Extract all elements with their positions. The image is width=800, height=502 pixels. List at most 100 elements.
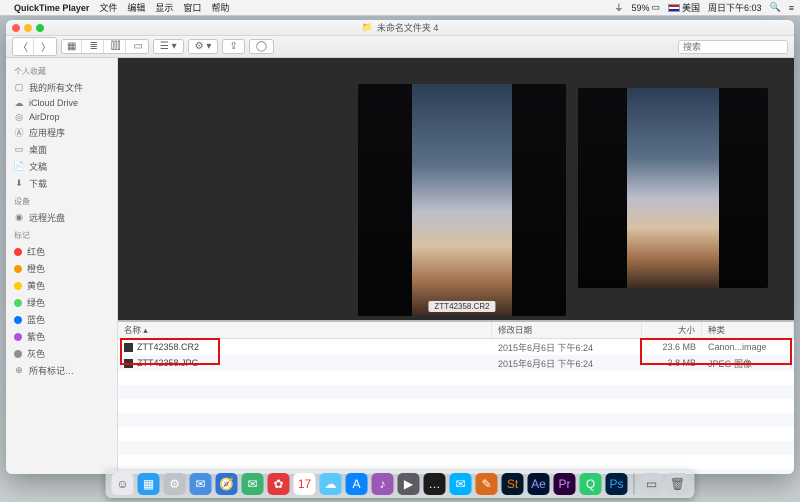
dock-app-icon[interactable]: ✉ bbox=[242, 473, 264, 495]
dock-app-icon[interactable]: ▦ bbox=[138, 473, 160, 495]
sidebar-header: 个人收藏 bbox=[6, 62, 117, 79]
column-view-button[interactable]: ⫿⫿⫿ bbox=[106, 40, 127, 53]
desktop-icon: ▭ bbox=[14, 145, 24, 155]
dock-app-icon[interactable]: ☺ bbox=[112, 473, 134, 495]
dock-app-icon[interactable]: ⚙ bbox=[164, 473, 186, 495]
alltags-icon: ⊕ bbox=[14, 366, 24, 376]
battery-status[interactable]: 59% ▭ bbox=[631, 2, 660, 13]
close-window-button[interactable] bbox=[12, 24, 20, 32]
dock-app-icon[interactable]: ✉ bbox=[450, 473, 472, 495]
dock-app-icon[interactable]: Ae bbox=[528, 473, 550, 495]
dock-app-icon[interactable]: 🗑 bbox=[667, 473, 689, 495]
sidebar-item[interactable]: ▭ 桌面 bbox=[6, 141, 117, 158]
cloud-icon: ☁ bbox=[14, 98, 24, 108]
sidebar-item-label: 橙色 bbox=[27, 262, 45, 275]
sidebar-item[interactable]: ◎AirDrop bbox=[6, 110, 117, 124]
sidebar-item[interactable]: ⊕所有标记… bbox=[6, 362, 117, 379]
menu-help[interactable]: 帮助 bbox=[211, 1, 229, 14]
finder-toolbar: 〈 〉 ▦ ≣ ⫿⫿⫿ ▭ ☰ ▾ ⚙ ▾ ⇪ ◯ bbox=[6, 36, 794, 58]
dock-app-icon[interactable]: Ps bbox=[606, 473, 628, 495]
action-button[interactable]: ⚙ ▾ bbox=[188, 39, 219, 54]
sidebar-item[interactable]: 橙色 bbox=[6, 260, 117, 277]
input-source[interactable]: 美国 bbox=[668, 1, 700, 14]
dock-app-icon[interactable]: A bbox=[346, 473, 368, 495]
forward-button[interactable]: 〉 bbox=[36, 38, 56, 55]
spotlight-icon[interactable]: 🔍 bbox=[770, 2, 781, 13]
icon-view-button[interactable]: ▦ bbox=[62, 40, 82, 53]
sidebar-item[interactable]: ▢ 我的所有文件 bbox=[6, 79, 117, 96]
sidebar-item[interactable]: 紫色 bbox=[6, 328, 117, 345]
sidebar-item-label: 桌面 bbox=[29, 143, 47, 156]
box-icon: ▢ bbox=[14, 83, 24, 93]
header-kind[interactable]: 种类 bbox=[702, 322, 794, 338]
dock-app-icon[interactable]: ✎ bbox=[476, 473, 498, 495]
dock-app-icon[interactable]: ♪ bbox=[372, 473, 394, 495]
empty-row bbox=[118, 399, 794, 413]
dock-app-icon[interactable]: ✿ bbox=[268, 473, 290, 495]
dock-app-icon[interactable]: ✉ bbox=[190, 473, 212, 495]
sidebar-item-label: 文稿 bbox=[29, 160, 47, 173]
dock-app-icon[interactable]: ▭ bbox=[641, 473, 663, 495]
sidebar-item[interactable]: Ⓐ应用程序 bbox=[6, 124, 117, 141]
arrange-button[interactable]: ☰ ▾ bbox=[153, 39, 184, 54]
tag-dot-icon bbox=[14, 282, 22, 290]
sidebar-item-label: 灰色 bbox=[27, 347, 45, 360]
sidebar-item[interactable]: 红色 bbox=[6, 243, 117, 260]
tag-dot-icon bbox=[14, 333, 22, 341]
sidebar-item-label: 红色 bbox=[27, 245, 45, 258]
dock-app-icon[interactable]: Q bbox=[580, 473, 602, 495]
empty-row bbox=[118, 413, 794, 427]
sidebar-item[interactable]: ☁ iCloud Drive bbox=[6, 96, 117, 110]
dock-app-icon[interactable]: ▶ bbox=[398, 473, 420, 495]
preview-thumbnail-next[interactable] bbox=[578, 88, 768, 288]
preview-thumbnail-main[interactable]: ZTT42358.CR2 bbox=[358, 84, 566, 316]
sidebar-item-label: 蓝色 bbox=[27, 313, 45, 326]
sidebar-item[interactable]: 蓝色 bbox=[6, 311, 117, 328]
dock-app-icon[interactable]: ☁ bbox=[320, 473, 342, 495]
back-button[interactable]: 〈 bbox=[13, 38, 34, 55]
dock-app-icon[interactable]: 17 bbox=[294, 473, 316, 495]
sidebar-item-label: 绿色 bbox=[27, 296, 45, 309]
dock-app-icon[interactable]: St bbox=[502, 473, 524, 495]
list-view-button[interactable]: ≣ bbox=[84, 40, 103, 53]
sidebar-header: 设备 bbox=[6, 192, 117, 209]
zoom-window-button[interactable] bbox=[36, 24, 44, 32]
app-name[interactable]: QuickTime Player bbox=[14, 3, 89, 13]
wifi-icon[interactable]: ⏚ bbox=[614, 1, 623, 14]
menu-file[interactable]: 文件 bbox=[99, 1, 117, 14]
coverflow-preview[interactable]: ZTT42358.CR2 bbox=[118, 58, 794, 320]
share-button[interactable]: ⇪ bbox=[222, 39, 244, 54]
dock-app-icon[interactable]: … bbox=[424, 473, 446, 495]
disc-icon: ◉ bbox=[14, 213, 24, 223]
empty-row bbox=[118, 427, 794, 441]
notification-center-icon[interactable]: ≡ bbox=[789, 3, 794, 13]
nav-buttons: 〈 〉 bbox=[12, 37, 57, 56]
menu-view[interactable]: 显示 bbox=[155, 1, 173, 14]
minimize-window-button[interactable] bbox=[24, 24, 32, 32]
sidebar-item-label: iCloud Drive bbox=[29, 98, 78, 108]
sidebar-header: 标记 bbox=[6, 226, 117, 243]
header-name[interactable]: 名称 ▴ bbox=[118, 322, 492, 338]
header-size[interactable]: 大小 bbox=[642, 322, 702, 338]
window-titlebar: 📁 未命名文件夹 4 bbox=[6, 20, 794, 36]
sidebar-item[interactable]: ⬇下载 bbox=[6, 175, 117, 192]
sidebar-item[interactable]: 黄色 bbox=[6, 277, 117, 294]
sidebar-item-label: 远程光盘 bbox=[29, 211, 65, 224]
header-date[interactable]: 修改日期 bbox=[492, 322, 642, 338]
sidebar-item[interactable]: ◉ 远程光盘 bbox=[6, 209, 117, 226]
clock[interactable]: 周日下午6:03 bbox=[708, 1, 762, 14]
dock-app-icon[interactable]: Pr bbox=[554, 473, 576, 495]
coverflow-view-button[interactable]: ▭ bbox=[128, 40, 147, 53]
menu-edit[interactable]: 编辑 bbox=[127, 1, 145, 14]
sidebar-item[interactable]: 绿色 bbox=[6, 294, 117, 311]
window-title: 未命名文件夹 4 bbox=[377, 21, 439, 34]
annotation-highlight-names bbox=[120, 338, 220, 365]
dock-app-icon[interactable]: 🧭 bbox=[216, 473, 238, 495]
tags-button[interactable]: ◯ bbox=[249, 39, 274, 54]
file-date: 2015年6月6日 下午6:24 bbox=[492, 355, 642, 371]
search-input[interactable] bbox=[678, 40, 788, 54]
sidebar-item[interactable]: 📄文稿 bbox=[6, 158, 117, 175]
menu-window[interactable]: 窗口 bbox=[183, 1, 201, 14]
sidebar-item[interactable]: 灰色 bbox=[6, 345, 117, 362]
sidebar-item-label: 我的所有文件 bbox=[29, 81, 83, 94]
